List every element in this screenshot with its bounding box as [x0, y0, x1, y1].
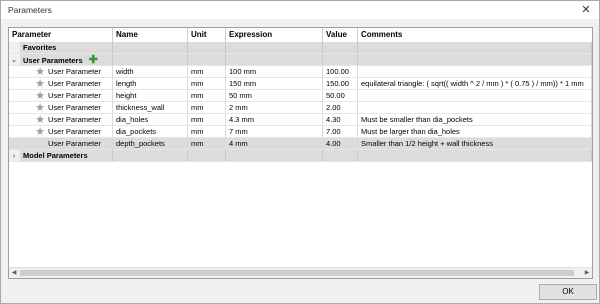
table-row[interactable]: ★ User Parameter length mm 150 mm 150.00… — [9, 78, 592, 90]
horizontal-scrollbar[interactable]: ◀ ▶ — [9, 267, 592, 278]
group-row-favorites[interactable]: Favorites — [9, 42, 592, 54]
group-label: User Parameters ✚ — [20, 54, 113, 66]
window-title: Parameters — [8, 5, 52, 15]
title-bar: Parameters ✕ — [1, 1, 599, 19]
table-row[interactable]: ★ User Parameter thickness_wall mm 2 mm … — [9, 102, 592, 114]
table-row[interactable]: ★ User Parameter dia_holes mm 4.3 mm 4.3… — [9, 114, 592, 126]
add-icon[interactable]: ✚ — [89, 54, 98, 65]
table-row[interactable]: ★ User Parameter dia_pockets mm 7 mm 7.0… — [9, 126, 592, 138]
parameters-table: Parameter Name Unit Expression Value Com… — [8, 27, 593, 279]
column-header-unit[interactable]: Unit — [188, 28, 226, 42]
column-header-name[interactable]: Name — [113, 28, 188, 42]
close-icon[interactable]: ✕ — [577, 2, 595, 18]
table-row[interactable]: ★ User Parameter width mm 100 mm 100.00 — [9, 66, 592, 78]
scroll-right-icon[interactable]: ▶ — [582, 268, 592, 278]
table-row-selected[interactable]: ★ User Parameter depth_pockets mm 4 mm 4… — [9, 138, 592, 150]
group-label: Model Parameters — [20, 150, 113, 162]
column-header-comments[interactable]: Comments — [358, 28, 592, 42]
scroll-left-icon[interactable]: ◀ — [9, 268, 19, 278]
group-label: Favorites — [20, 42, 113, 54]
chevron-right-icon[interactable]: › — [9, 150, 19, 162]
parameters-dialog: Parameters ✕ Parameter Name Unit Express… — [0, 0, 600, 304]
table-header: Parameter Name Unit Expression Value Com… — [9, 28, 592, 43]
group-row-model-parameters[interactable]: › Model Parameters — [9, 150, 592, 162]
column-header-parameter[interactable]: Parameter — [9, 28, 113, 42]
ok-button[interactable]: OK — [539, 284, 597, 300]
scrollbar-thumb[interactable] — [20, 270, 574, 276]
chevron-down-icon[interactable]: ⌄ — [9, 54, 19, 66]
table-row[interactable]: ★ User Parameter height mm 50 mm 50.00 — [9, 90, 592, 102]
group-row-user-parameters[interactable]: ⌄ User Parameters ✚ — [9, 54, 592, 66]
column-header-value[interactable]: Value — [323, 28, 358, 42]
column-header-expression[interactable]: Expression — [226, 28, 323, 42]
